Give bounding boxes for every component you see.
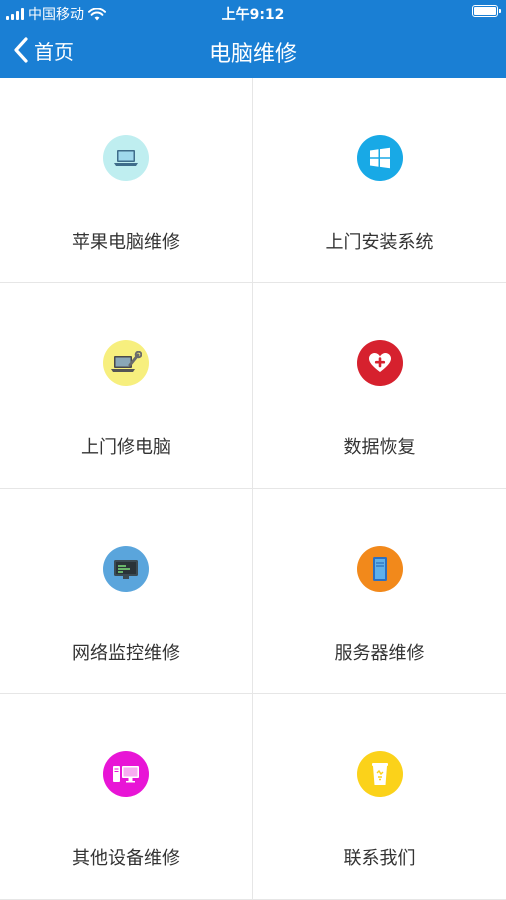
windows-icon — [356, 135, 403, 181]
service-label: 联系我们 — [343, 848, 416, 869]
service-onsite-repair[interactable]: 上门修电脑 — [0, 283, 253, 489]
service-label: 上门修电脑 — [81, 437, 171, 458]
header-bar: 中国移动 上午9:12 首页 电脑维修 — [0, 0, 506, 78]
service-data-recovery[interactable]: 数据恢复 — [253, 283, 506, 489]
service-label: 其他设备维修 — [72, 848, 180, 869]
page-title: 电脑维修 — [208, 42, 297, 67]
service-other-devices[interactable]: 其他设备维修 — [0, 694, 253, 900]
service-label: 网络监控维修 — [72, 643, 180, 664]
heart-plus-icon — [356, 340, 403, 386]
nav-bar: 首页 电脑维修 — [0, 24, 506, 78]
server-icon — [356, 546, 403, 592]
status-bar: 中国移动 上午9:12 — [0, 0, 506, 24]
service-server-repair[interactable]: 服务器维修 — [253, 489, 506, 694]
service-network-monitor[interactable]: 网络监控维修 — [0, 489, 253, 694]
service-contact-us[interactable]: 联系我们 — [253, 694, 506, 900]
service-label: 上门安装系统 — [325, 232, 434, 253]
service-label: 服务器维修 — [334, 643, 425, 664]
service-apple-repair[interactable]: 苹果电脑维修 — [0, 78, 253, 283]
service-label: 数据恢复 — [343, 437, 416, 458]
service-grid: 苹果电脑维修 上门安装系统 上门修电脑 数据恢复 网络监控维修 服务器维修 其他… — [0, 78, 506, 900]
laptop-icon — [103, 135, 149, 181]
desktop-computer-icon — [103, 751, 149, 797]
service-label: 苹果电脑维修 — [72, 232, 180, 253]
status-time: 上午9:12 — [221, 7, 285, 23]
service-system-install[interactable]: 上门安装系统 — [253, 78, 506, 283]
battery-icon — [472, 5, 501, 17]
monitor-icon — [103, 546, 149, 592]
laptop-repair-icon — [103, 340, 149, 386]
contact-cup-icon — [356, 751, 403, 797]
